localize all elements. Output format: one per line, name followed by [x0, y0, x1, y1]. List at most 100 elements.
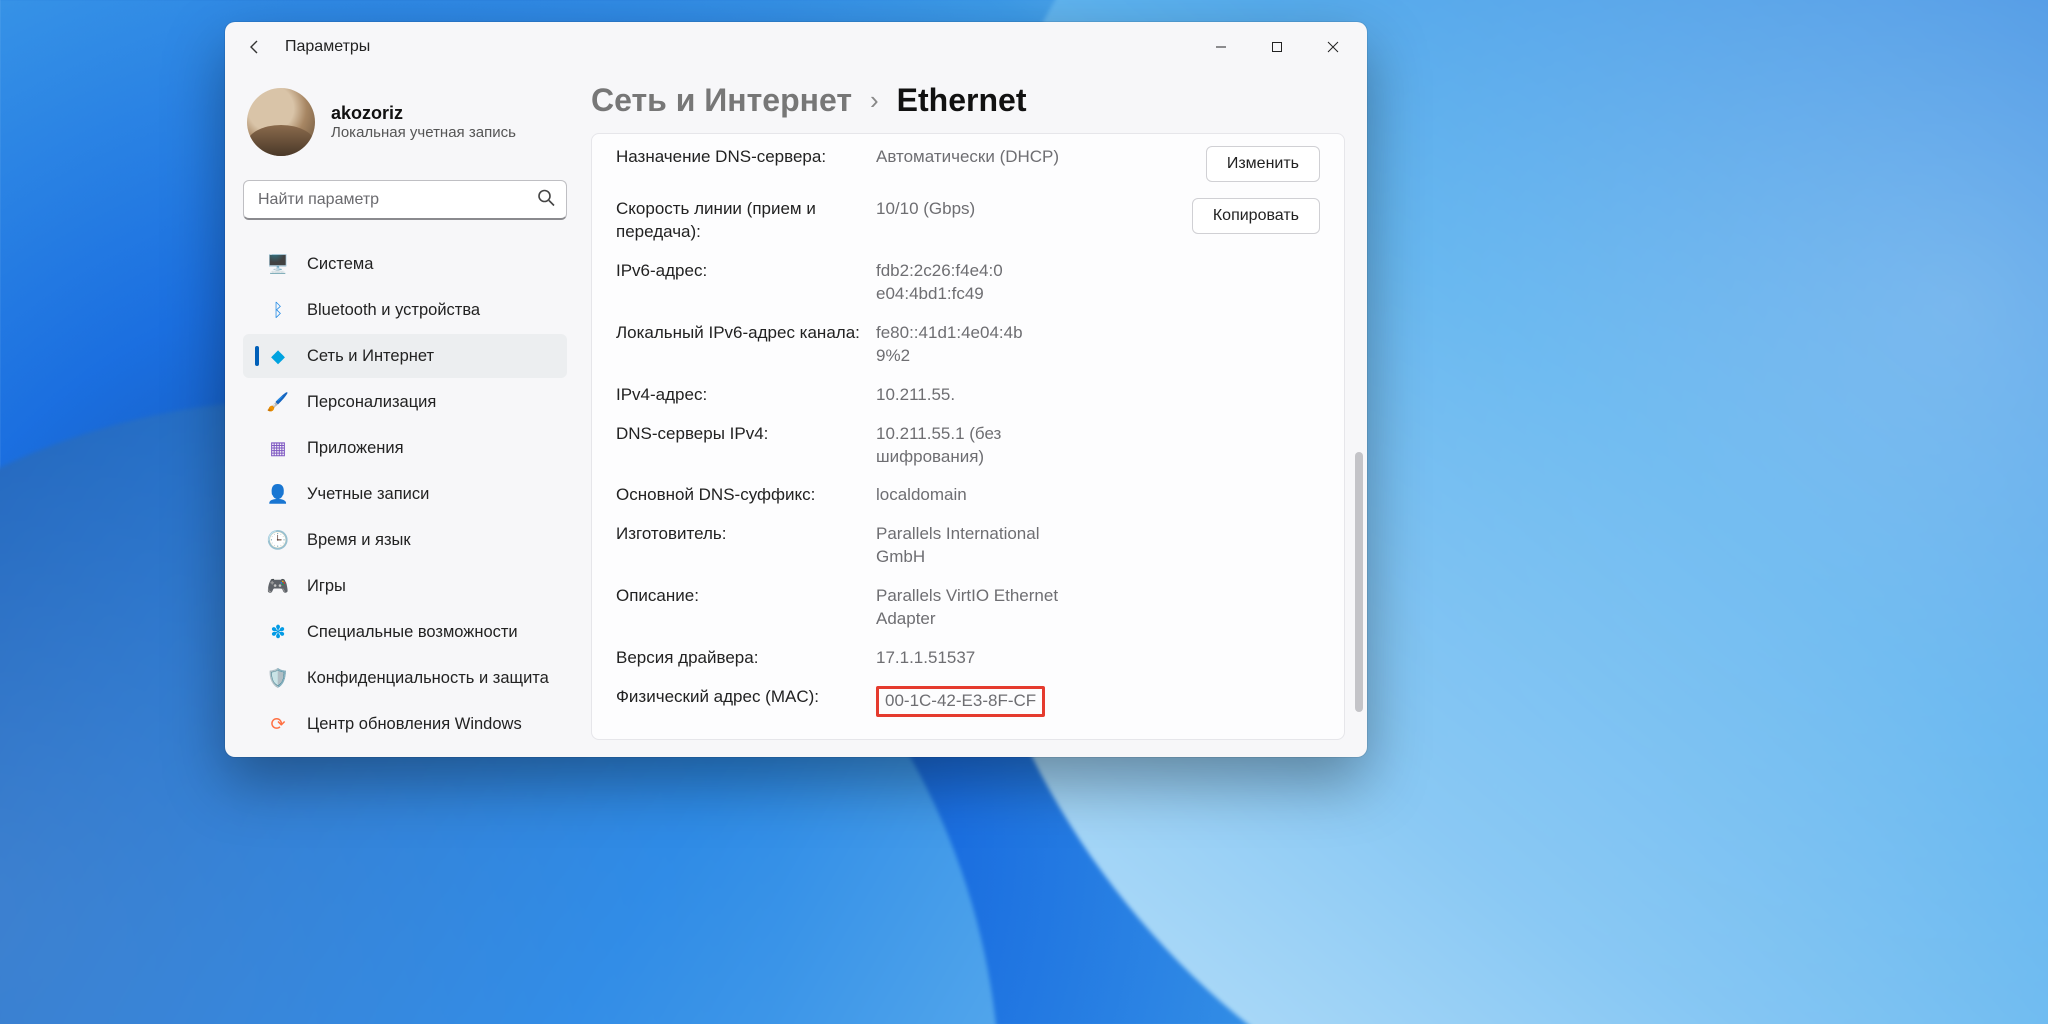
breadcrumb-current: Ethernet — [897, 82, 1027, 119]
property-label: Назначение DNS-сервера: — [616, 146, 876, 169]
search-input[interactable] — [243, 180, 567, 220]
sidebar-item-label: Центр обновления Windows — [307, 715, 522, 734]
property-value: 17.1.1.51537 — [876, 647, 1136, 670]
property-row: IPv6-адрес:fdb2:2c26:f4e4:0e04:4bd1:fc49 — [592, 252, 1344, 314]
property-value: 00-1C-42-E3-8F-CF — [876, 686, 1136, 717]
property-value: localdomain — [876, 484, 1136, 507]
sidebar-item-system[interactable]: 🖥️ Система — [243, 242, 567, 286]
sidebar-item-apps[interactable]: ▦ Приложения — [243, 426, 567, 470]
active-bar — [255, 346, 259, 366]
property-row: Назначение DNS-сервера:Автоматически (DH… — [592, 138, 1344, 190]
property-row: IPv4-адрес:10.211.55. — [592, 376, 1344, 415]
sidebar-item-label: Конфиденциальность и защита — [307, 669, 549, 688]
active-bar — [255, 300, 259, 320]
breadcrumb-parent[interactable]: Сеть и Интернет — [591, 82, 852, 119]
sidebar-item-label: Персонализация — [307, 393, 436, 412]
sidebar-item-label: Система — [307, 255, 373, 274]
time-icon: 🕒 — [267, 529, 289, 551]
sidebar-item-acc[interactable]: 👤 Учетные записи — [243, 472, 567, 516]
profile-subtitle: Локальная учетная запись — [331, 124, 516, 141]
property-value: 10/10 (Gbps) — [876, 198, 1136, 221]
sidebar-item-label: Приложения — [307, 439, 404, 458]
app-title: Параметры — [285, 38, 370, 56]
sidebar-item-label: Bluetooth и устройства — [307, 301, 480, 320]
property-row: Изготовитель:Parallels InternationalGmbH — [592, 515, 1344, 577]
property-value: Parallels VirtIO EthernetAdapter — [876, 585, 1136, 631]
profile[interactable]: akozoriz Локальная учетная запись — [243, 82, 567, 174]
sidebar-item-time[interactable]: 🕒Время и язык — [243, 518, 567, 562]
active-bar — [255, 438, 259, 458]
edit-button[interactable]: Изменить — [1206, 146, 1320, 182]
property-label: DNS-серверы IPv4: — [616, 423, 876, 446]
property-row: Основной DNS-суффикс:localdomain — [592, 476, 1344, 515]
nav: 🖥️ Система ᛒ Bluetooth и устройства ◆ Сеть и … — [243, 242, 567, 746]
active-bar — [255, 484, 259, 504]
apps-icon: ▦ — [267, 437, 289, 459]
active-bar — [255, 714, 259, 734]
pers-icon: 🖌️ — [267, 391, 289, 413]
sidebar-item-label: Учетные записи — [307, 485, 429, 504]
game-icon: 🎮 — [267, 575, 289, 597]
active-bar — [255, 668, 259, 688]
property-value: 10.211.55.1 (безшифрования) — [876, 423, 1136, 469]
upd-icon: ⟳ — [267, 713, 289, 735]
avatar — [247, 88, 315, 156]
property-value: Parallels InternationalGmbH — [876, 523, 1136, 569]
property-label: IPv6-адрес: — [616, 260, 876, 283]
property-label: Изготовитель: — [616, 523, 876, 546]
back-button[interactable] — [239, 31, 271, 63]
property-row: DNS-серверы IPv4:10.211.55.1 (безшифрова… — [592, 415, 1344, 477]
property-row: Физический адрес (MAC):00-1C-42-E3-8F-CF — [592, 678, 1344, 725]
search-icon — [537, 189, 555, 212]
scrollbar-thumb[interactable] — [1355, 452, 1363, 712]
sidebar-item-pers[interactable]: 🖌️ Персонализация — [243, 380, 567, 424]
mac-address-highlight: 00-1C-42-E3-8F-CF — [876, 686, 1045, 717]
access-icon: ✽ — [267, 621, 289, 643]
property-value: fe80::41d1:4e04:4b9%2 — [876, 322, 1136, 368]
property-row: Версия драйвера:17.1.1.51537 — [592, 639, 1344, 678]
sidebar-item-bt[interactable]: ᛒ Bluetooth и устройства — [243, 288, 567, 332]
properties-panel: Назначение DNS-сервера:Автоматически (DH… — [591, 133, 1345, 740]
property-label: Локальный IPv6-адрес канала: — [616, 322, 876, 345]
scrollbar[interactable] — [1353, 172, 1363, 741]
property-value: fdb2:2c26:f4e4:0e04:4bd1:fc49 — [876, 260, 1136, 306]
sidebar-item-label: Сеть и Интернет — [307, 347, 434, 366]
acc-icon: 👤 — [267, 483, 289, 505]
window-controls — [1193, 27, 1361, 67]
property-row: Скорость линии (прием и передача):10/10 … — [592, 190, 1344, 252]
active-bar — [255, 530, 259, 550]
property-row: Описание:Parallels VirtIO EthernetAdapte… — [592, 577, 1344, 639]
net-icon: ◆ — [267, 345, 289, 367]
sidebar-item-label: Специальные возможности — [307, 623, 518, 642]
property-value: 10.211.55. — [876, 384, 1136, 407]
minimize-button[interactable] — [1193, 27, 1249, 67]
search — [243, 180, 567, 220]
active-bar — [255, 576, 259, 596]
copy-button[interactable]: Копировать — [1192, 198, 1320, 234]
sidebar-item-label: Игры — [307, 577, 346, 596]
property-label: Основной DNS-суффикс: — [616, 484, 876, 507]
main: Сеть и Интернет › Ethernet Назначение DN… — [585, 72, 1367, 757]
maximize-button[interactable] — [1249, 27, 1305, 67]
property-label: IPv4-адрес: — [616, 384, 876, 407]
system-icon: 🖥️ — [267, 253, 289, 275]
sidebar-item-priv[interactable]: 🛡️ Конфиденциальность и защита — [243, 656, 567, 700]
sidebar-item-game[interactable]: 🎮 Игры — [243, 564, 567, 608]
active-bar — [255, 254, 259, 274]
active-bar — [255, 392, 259, 412]
priv-icon: 🛡️ — [267, 667, 289, 689]
sidebar-item-upd[interactable]: ⟳ Центр обновления Windows — [243, 702, 567, 746]
sidebar-item-access[interactable]: ✽ Специальные возможности — [243, 610, 567, 654]
profile-name: akozoriz — [331, 103, 516, 124]
sidebar: akozoriz Локальная учетная запись 🖥️ Сист… — [225, 72, 585, 757]
property-value: Автоматически (DHCP) — [876, 146, 1136, 169]
active-bar — [255, 622, 259, 642]
property-label: Скорость линии (прием и передача): — [616, 198, 876, 244]
close-button[interactable] — [1305, 27, 1361, 67]
titlebar: Параметры — [225, 22, 1367, 72]
sidebar-item-net[interactable]: ◆ Сеть и Интернет — [243, 334, 567, 378]
breadcrumb: Сеть и Интернет › Ethernet — [585, 82, 1367, 133]
bt-icon: ᛒ — [267, 299, 289, 321]
property-label: Физический адрес (MAC): — [616, 686, 876, 709]
property-label: Версия драйвера: — [616, 647, 876, 670]
